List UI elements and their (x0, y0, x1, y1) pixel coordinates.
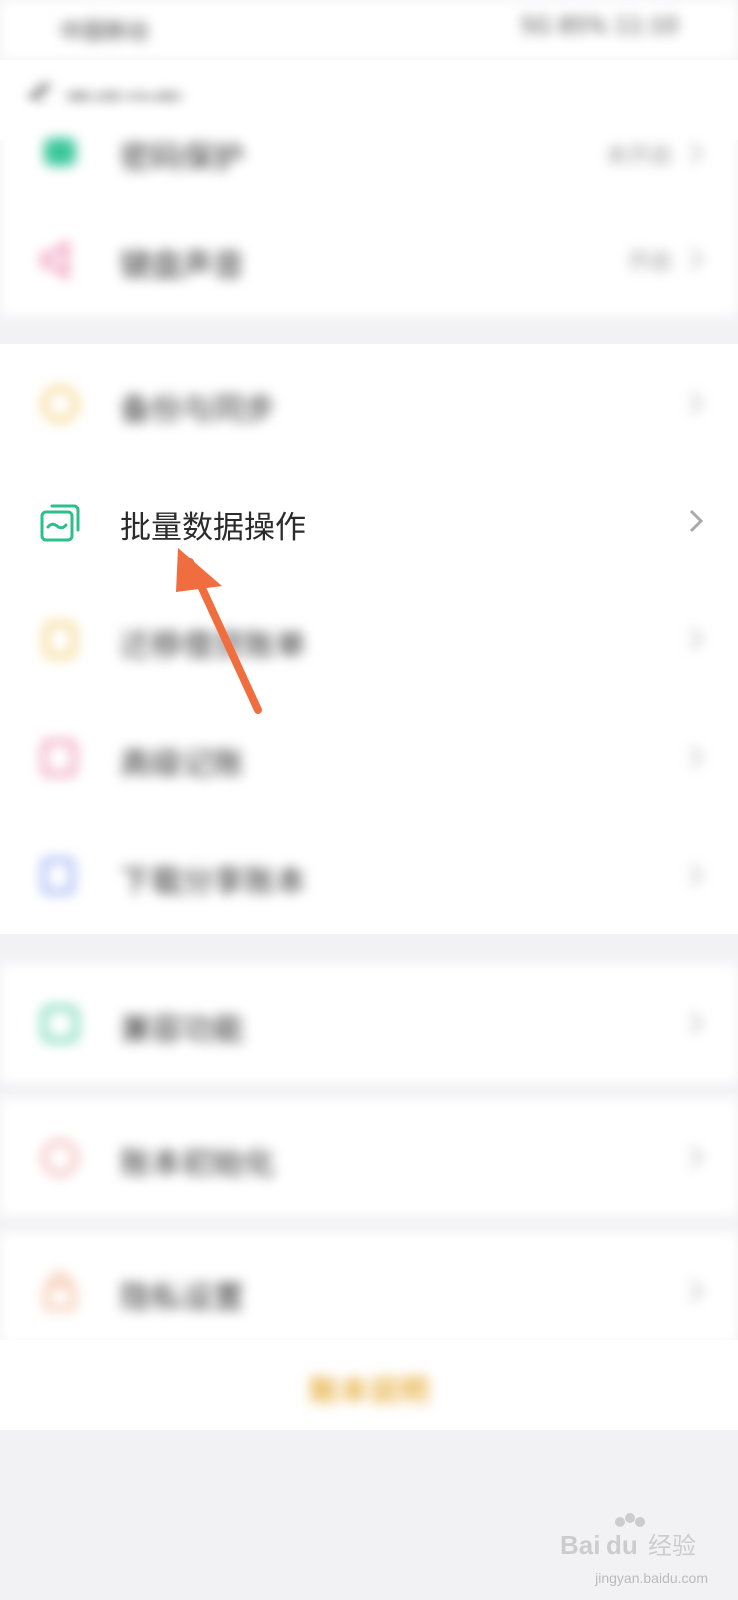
row-label: 批量数据操作 (120, 510, 306, 546)
watermark-url: jingyan.baidu.com (595, 1570, 708, 1586)
status-bar: 中国移动 5G 85% 11:10 (0, 0, 738, 60)
speaker-icon (42, 239, 68, 281)
row-privacy[interactable]: 隐私设置 (0, 1232, 738, 1344)
sync-icon (42, 386, 78, 422)
batch-data-icon (40, 504, 80, 542)
row-value: 开启 (627, 250, 672, 275)
row-label: 账本初始化 (120, 1146, 275, 1182)
row-label: 兼容功能 (120, 1012, 244, 1048)
status-indicators: 5G 85% 11:10 (520, 14, 678, 39)
chevron-right-icon (689, 627, 704, 651)
row-label: 隐私设置 (120, 1280, 244, 1316)
advanced-note-icon (42, 740, 76, 776)
row-download-share[interactable]: 下载分享账本 (0, 816, 738, 934)
row-advanced-note[interactable]: 高级记账 (0, 698, 738, 816)
row-transfer-loans[interactable]: 迁移借贷账单 (0, 580, 738, 698)
footer-link-wrap: 账本说明 (0, 1340, 738, 1430)
chevron-right-icon (689, 1279, 704, 1303)
row-label: 键盘声音 (120, 248, 244, 284)
row-label: 迁移借贷账单 (120, 628, 306, 664)
row-compat[interactable]: 兼容功能 (0, 964, 738, 1082)
reset-icon (42, 1140, 78, 1176)
row-label: 密码保护 (120, 140, 244, 176)
row-batch-data-ops[interactable]: 批量数据操作 (0, 462, 738, 580)
svg-text:Bai: Bai (560, 1530, 600, 1560)
privacy-lock-icon (44, 1272, 76, 1310)
settings-group-5: 隐私设置 (0, 1232, 738, 1344)
row-label: 高级记账 (120, 746, 244, 782)
settings-group-4: 账本初始化 (0, 1098, 738, 1216)
carrier-text: 中国移动 (60, 20, 149, 45)
transfer-icon (44, 622, 76, 658)
baidu-watermark-logo-icon: Bai du 经验 (560, 1513, 696, 1560)
chevron-right-icon (689, 1145, 704, 1169)
row-backup-sync[interactable]: 备份与同步 (0, 344, 738, 462)
svg-text:du: du (606, 1530, 638, 1560)
compat-icon (42, 1006, 78, 1042)
row-password-protect[interactable]: 密码保护 未开启 (0, 100, 738, 200)
row-reset-ledger[interactable]: 账本初始化 (0, 1098, 738, 1216)
chevron-right-icon (689, 863, 704, 887)
ledger-help-link[interactable]: 账本说明 (0, 1366, 738, 1410)
settings-group-1: 密码保护 未开启 键盘声音 开启 (0, 100, 738, 316)
svg-text:经验: 经验 (648, 1532, 696, 1560)
chevron-right-icon (689, 745, 704, 769)
settings-group-3: 兼容功能 (0, 964, 738, 1082)
chevron-right-icon (689, 391, 704, 415)
chevron-right-icon (689, 509, 704, 533)
chevron-right-icon (689, 247, 704, 271)
row-value: 未开启 (605, 144, 672, 169)
row-label: 备份与同步 (120, 392, 275, 428)
chevron-right-icon (689, 141, 704, 165)
row-label: 下载分享账本 (120, 864, 306, 900)
chevron-right-icon (689, 1011, 704, 1035)
row-keyboard-sound[interactable]: 键盘声音 开启 (0, 200, 738, 316)
settings-group-2: 备份与同步 批量数据操作 迁移借贷账单 高级记账 下载分享账本 (0, 344, 738, 934)
download-share-icon (42, 858, 74, 894)
shield-icon (44, 138, 76, 166)
